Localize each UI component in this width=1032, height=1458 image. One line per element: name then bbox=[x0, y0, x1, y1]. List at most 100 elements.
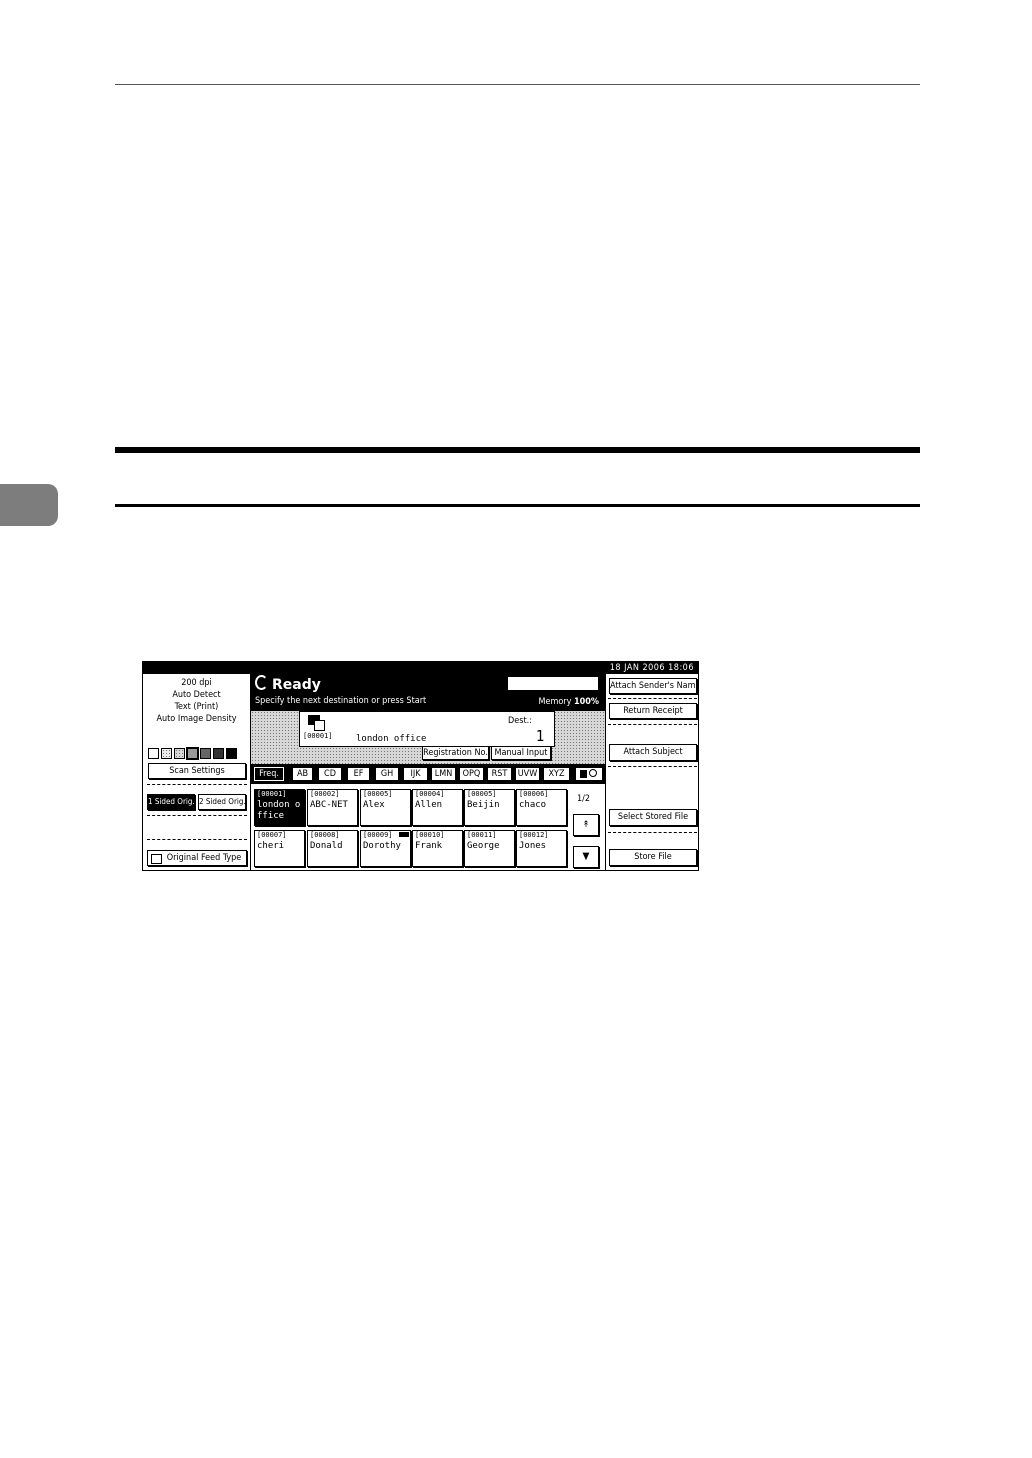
destination-entry[interactable]: [00002] ABC-NET bbox=[307, 789, 358, 826]
entry-name: ABC-NET bbox=[310, 800, 348, 810]
date-time-bar: 18 JAN 2006 18:06 bbox=[143, 662, 698, 674]
destination-box: [00001] london office Dest.: 1 bbox=[299, 711, 555, 747]
page-up-button[interactable]: ↟ bbox=[573, 814, 599, 836]
group-icon bbox=[399, 832, 409, 837]
scan-settings-column: 200 dpi Auto Detect Text (Print) Auto Im… bbox=[143, 674, 251, 870]
entry-name: Allen bbox=[415, 800, 443, 810]
entry-name: Jones bbox=[519, 841, 547, 851]
double-up-arrow-icon: ↟ bbox=[582, 820, 590, 830]
entry-name: Beijin bbox=[467, 800, 500, 810]
tab-lmn[interactable]: LMN bbox=[431, 767, 456, 781]
entry-code: [00007] bbox=[257, 831, 287, 839]
destination-entry[interactable]: [00011] George bbox=[464, 830, 515, 867]
tab-opq[interactable]: OPQ bbox=[459, 767, 484, 781]
status-ready: Ready bbox=[255, 675, 321, 694]
destination-entry[interactable]: [00008] Donald bbox=[307, 830, 358, 867]
tab-cd[interactable]: CD bbox=[318, 767, 342, 781]
tab-rst[interactable]: RST bbox=[487, 767, 512, 781]
destination-entry[interactable]: [00001] london office bbox=[254, 789, 305, 826]
mode-text: Text (Print) bbox=[174, 702, 219, 712]
destination-entry[interactable]: [00005] Alex bbox=[360, 789, 411, 826]
entry-code: [00005] bbox=[467, 790, 497, 798]
refresh-icon bbox=[255, 675, 268, 690]
destination-entry[interactable]: [00006] chaco bbox=[516, 789, 567, 826]
divider bbox=[608, 724, 697, 725]
one-sided-original-button[interactable]: 1 Sided Orig. bbox=[147, 794, 195, 810]
destination-code: [00001] bbox=[303, 732, 333, 740]
tab-ef[interactable]: EF bbox=[347, 767, 370, 781]
page-indicator: 1/2 bbox=[577, 794, 591, 804]
select-stored-file-button[interactable]: Select Stored File bbox=[609, 809, 697, 826]
memory-label: Memory bbox=[538, 697, 572, 707]
entry-name: chaco bbox=[519, 800, 547, 810]
destination-entry[interactable]: [00009] Dorothy bbox=[360, 830, 411, 867]
entry-code: [00008] bbox=[310, 831, 340, 839]
tab-freq[interactable]: Freq. bbox=[254, 767, 284, 781]
destination-entry[interactable]: [00007] cheri bbox=[254, 830, 305, 867]
tab-xyz[interactable]: XYZ bbox=[543, 767, 570, 781]
tab-gh[interactable]: GH bbox=[375, 767, 399, 781]
density-text: Auto Image Density bbox=[156, 714, 237, 724]
status-header: Ready Specify the next destination or pr… bbox=[251, 674, 605, 711]
divider bbox=[608, 766, 697, 767]
divider bbox=[147, 839, 247, 840]
section-rule-thin bbox=[115, 504, 920, 507]
destination-entry[interactable]: [00012] Jones bbox=[516, 830, 567, 867]
destination-list: [00001] london office [00002] ABC-NET [0… bbox=[251, 784, 605, 870]
entry-code: [00004] bbox=[415, 790, 445, 798]
tab-ab[interactable]: AB bbox=[292, 767, 313, 781]
destination-entry[interactable]: [00005] Beijin bbox=[464, 789, 515, 826]
manual-input-button[interactable]: Manual Input bbox=[491, 746, 551, 760]
density-level-3[interactable] bbox=[174, 748, 185, 759]
destination-count-label: Dest.: bbox=[508, 716, 532, 726]
address-book-tabs: Freq. AB CD EF GH IJK LMN OPQ RST UVW XY… bbox=[251, 764, 605, 784]
section-rule-thick bbox=[115, 447, 920, 453]
feed-type-label: Original Feed Type bbox=[166, 853, 242, 863]
scanned-files-status-button[interactable]: Scanned Files Status bbox=[507, 676, 599, 691]
page-down-button[interactable]: ▼ bbox=[573, 846, 599, 868]
entry-name: london office bbox=[257, 800, 301, 821]
attach-sender-name-button[interactable]: Attach Sender's Name bbox=[609, 678, 697, 694]
tab-ijk[interactable]: IJK bbox=[403, 767, 428, 781]
entry-name: Alex bbox=[363, 800, 385, 810]
entry-code: [00009] bbox=[363, 831, 393, 839]
status-text: Ready bbox=[272, 677, 321, 693]
divider bbox=[147, 784, 247, 785]
date-time: 18 JAN 2006 18:06 bbox=[609, 663, 694, 673]
attach-subject-button[interactable]: Attach Subject bbox=[609, 744, 697, 761]
scanner-control-panel: 18 JAN 2006 18:06 200 dpi Auto Detect Te… bbox=[142, 661, 699, 871]
detect-text: Auto Detect bbox=[172, 690, 221, 700]
memory-value: 100% bbox=[573, 697, 599, 707]
entry-name: George bbox=[467, 841, 500, 851]
two-sided-original-button[interactable]: 2 Sided Orig. bbox=[198, 794, 246, 810]
return-receipt-button[interactable]: Return Receipt bbox=[609, 703, 697, 719]
entry-code: [00011] bbox=[467, 831, 497, 839]
density-level-4[interactable] bbox=[187, 748, 198, 759]
destination-entry[interactable]: [00004] Allen bbox=[412, 789, 463, 826]
entry-code: [00010] bbox=[415, 831, 445, 839]
density-level-5[interactable] bbox=[200, 748, 211, 759]
density-level-6[interactable] bbox=[213, 748, 224, 759]
destination-entry[interactable]: [00010] Frank bbox=[412, 830, 463, 867]
destination-name: london office bbox=[356, 734, 427, 744]
magnifier-icon bbox=[589, 769, 597, 777]
entry-name: Dorothy bbox=[363, 841, 401, 851]
entry-name: Donald bbox=[310, 841, 343, 851]
destination-count: 1 bbox=[536, 727, 545, 745]
tab-uvw[interactable]: UVW bbox=[515, 767, 540, 781]
density-level-1[interactable] bbox=[148, 748, 159, 759]
density-level-7[interactable] bbox=[226, 748, 237, 759]
entry-name: cheri bbox=[257, 841, 285, 851]
entry-code: [00002] bbox=[310, 790, 340, 798]
density-level-2[interactable] bbox=[161, 748, 172, 759]
search-destination-button[interactable] bbox=[575, 767, 603, 781]
down-arrow-icon: ▼ bbox=[582, 851, 590, 862]
store-file-button[interactable]: Store File bbox=[609, 849, 697, 866]
header-rule bbox=[115, 84, 920, 85]
original-feed-type-button[interactable]: Original Feed Type bbox=[147, 850, 247, 866]
registration-no-button[interactable]: Registration No. bbox=[422, 746, 489, 760]
entry-code: [00006] bbox=[519, 790, 549, 798]
folder-icon-sheet bbox=[314, 720, 325, 731]
entry-code: [00012] bbox=[519, 831, 549, 839]
scan-settings-button[interactable]: Scan Settings bbox=[148, 763, 246, 779]
